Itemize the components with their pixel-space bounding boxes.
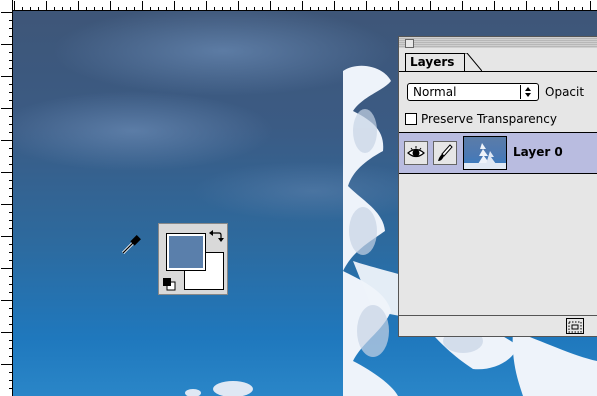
layers-panel: Layers Normal Opacit Preserve Transparen… xyxy=(398,36,597,337)
mask-icon[interactable] xyxy=(566,318,584,334)
paintbrush-icon xyxy=(438,144,453,161)
blend-mode-value: Normal xyxy=(413,85,457,99)
tab-edge xyxy=(464,53,482,72)
horizontal-ruler-ticks xyxy=(14,1,591,11)
layer-thumbnail[interactable] xyxy=(463,136,507,170)
tab-divider xyxy=(399,71,597,72)
blend-mode-select[interactable]: Normal xyxy=(407,83,539,101)
panel-footer-divider xyxy=(399,315,597,316)
select-arrows-icon xyxy=(520,85,535,99)
swap-colors-icon[interactable] xyxy=(209,228,224,242)
layer-name: Layer 0 xyxy=(513,145,563,159)
vertical-ruler-ticks xyxy=(1,12,13,389)
edit-toggle[interactable] xyxy=(433,141,457,165)
color-swatches xyxy=(158,223,228,295)
preserve-transparency-label: Preserve Transparency xyxy=(421,112,557,126)
opacity-label: Opacit xyxy=(545,85,585,99)
layer-row[interactable]: Layer 0 xyxy=(399,132,597,174)
tab-layers[interactable]: Layers xyxy=(405,53,465,71)
visibility-toggle[interactable] xyxy=(404,141,428,165)
eyedropper-icon xyxy=(120,232,144,256)
preserve-transparency-checkbox[interactable] xyxy=(405,113,417,125)
close-icon[interactable] xyxy=(405,39,414,48)
horizontal-ruler[interactable] xyxy=(0,0,597,11)
panel-title-bar[interactable] xyxy=(399,37,597,48)
default-colors-icon[interactable] xyxy=(162,276,176,291)
foreground-color-swatch[interactable] xyxy=(166,233,206,271)
vertical-ruler[interactable] xyxy=(0,0,13,396)
eye-icon xyxy=(407,146,425,158)
